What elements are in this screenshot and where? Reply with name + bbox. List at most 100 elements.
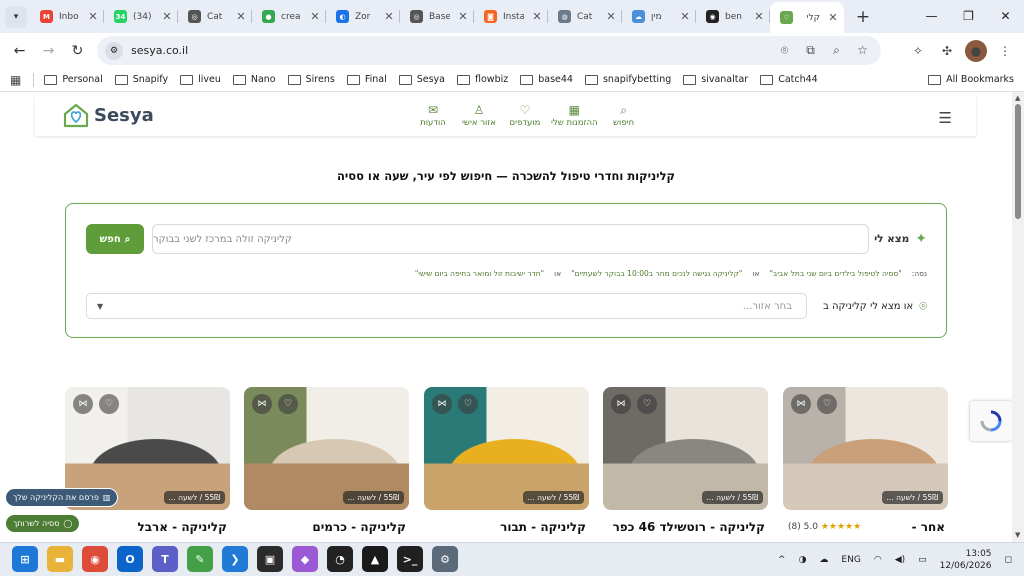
- vscode-icon[interactable]: ❯: [222, 546, 248, 572]
- start-button[interactable]: ⊞: [12, 546, 38, 572]
- reload-button[interactable]: ↻: [63, 43, 92, 59]
- bookmark-folder[interactable]: Final: [346, 74, 387, 85]
- back-button[interactable]: ←: [5, 43, 34, 59]
- share-icon[interactable]: ⋈: [73, 394, 93, 414]
- clinic-photo[interactable]: ⋈ ♡ 55₪ / לשעה ...: [603, 387, 768, 510]
- browser-tab[interactable]: ◐ Zor ✕: [326, 0, 400, 33]
- favorite-heart-icon[interactable]: ♡: [637, 394, 657, 414]
- forward-button[interactable]: →: [34, 43, 63, 59]
- bookmark-folder[interactable]: Snapify: [114, 74, 168, 85]
- close-tab-icon[interactable]: ✕: [678, 10, 692, 23]
- nav-heart[interactable]: ♡ מועדפים: [502, 102, 548, 128]
- wifi-icon[interactable]: ◠: [874, 555, 882, 565]
- share-icon[interactable]: ⋈: [611, 394, 631, 414]
- close-window-button[interactable]: ✕: [987, 0, 1024, 32]
- clinic-title[interactable]: קליניקה - רוטשילד 46 כפר: [613, 520, 765, 534]
- nav-mail[interactable]: ✉ הודעות: [410, 102, 456, 128]
- browser-tab[interactable]: ◉ ben ✕: [696, 0, 770, 33]
- file-explorer-icon[interactable]: ▬: [47, 546, 73, 572]
- cursor-icon[interactable]: ▲: [362, 546, 388, 572]
- bookmark-folder[interactable]: Catch44: [760, 74, 818, 85]
- address-bar[interactable]: ⚙ sesya.co.il ⌾ ⧉ ⌕ ☆: [97, 36, 881, 65]
- minimize-button[interactable]: —: [913, 0, 950, 32]
- share-icon[interactable]: ⋈: [791, 394, 811, 414]
- close-tab-icon[interactable]: ✕: [160, 10, 174, 23]
- clock[interactable]: 13:05 12/06/2026: [940, 548, 992, 572]
- browser-tab[interactable]: ◎ Base ✕: [400, 0, 474, 33]
- browser-tab[interactable]: ☁ מין ✕: [622, 0, 696, 33]
- tab-search-button[interactable]: ▾: [5, 5, 27, 28]
- notepad-icon[interactable]: ✎: [187, 546, 213, 572]
- scroll-up-arrow-icon[interactable]: ▲: [1015, 94, 1020, 102]
- scroll-thumb[interactable]: [1015, 104, 1021, 219]
- close-tab-icon[interactable]: ✕: [752, 10, 766, 23]
- browser-tab[interactable]: M Inbo ✕: [30, 0, 104, 33]
- terminal-icon[interactable]: >_: [397, 546, 423, 572]
- outlook-icon[interactable]: O: [117, 546, 143, 572]
- browser-tab[interactable]: ◍ Cat ✕: [548, 0, 622, 33]
- bookmark-star-icon[interactable]: ☆: [852, 43, 873, 58]
- tray-chevron-icon[interactable]: ^: [778, 555, 786, 565]
- example-link-2[interactable]: "קליניקה נגישה לנכים מחר ב10:00 בבוקר לש…: [571, 269, 742, 278]
- clinic-card[interactable]: ⋈ ♡ 55₪ / לשעה ... קליניקה - רוטשילד 46 כפר: [603, 387, 768, 542]
- search-button[interactable]: חפש ⌕: [86, 224, 144, 254]
- nav-user[interactable]: ♙ אזור אישי: [456, 102, 502, 128]
- language-indicator[interactable]: ENG: [841, 555, 860, 565]
- nav-search[interactable]: ⌕ חיפוש: [601, 102, 647, 128]
- install-app-icon[interactable]: ⧉: [800, 43, 821, 58]
- close-tab-icon[interactable]: ✕: [456, 10, 470, 23]
- tray-app-icon[interactable]: ◑: [799, 555, 807, 565]
- favorite-heart-icon[interactable]: ♡: [99, 394, 119, 414]
- volume-icon[interactable]: ◀): [895, 555, 905, 565]
- bookmark-folder[interactable]: flowbiz: [457, 74, 508, 85]
- share-icon[interactable]: ⋈: [252, 394, 272, 414]
- browser-tab[interactable]: ♡ קלי ✕: [770, 2, 844, 33]
- clinic-photo[interactable]: ⋈ ♡ 55₪ / לשעה ...: [783, 387, 948, 510]
- clinic-title[interactable]: קליניקה - ארבל: [137, 520, 227, 534]
- zoom-icon[interactable]: ⌕: [826, 43, 847, 58]
- site-info-icon[interactable]: ⚙: [105, 41, 123, 60]
- tray-cloud-icon[interactable]: ☁: [819, 555, 828, 565]
- browser-menu-icon[interactable]: ⋮: [994, 40, 1016, 62]
- restore-button[interactable]: ❐: [950, 0, 987, 32]
- close-tab-icon[interactable]: ✕: [234, 10, 248, 23]
- bookmark-folder[interactable]: sivanaltar: [683, 74, 748, 85]
- claude-code-icon[interactable]: ▣: [257, 546, 283, 572]
- clinic-card[interactable]: ⋈ ♡ 55₪ / לשעה ... קליניקה - ארבל: [65, 387, 230, 542]
- hamburger-menu-icon[interactable]: ☰: [939, 109, 952, 127]
- scroll-down-arrow-icon[interactable]: ▼: [1015, 531, 1020, 539]
- close-tab-icon[interactable]: ✕: [86, 10, 100, 23]
- chrome-icon[interactable]: ◉: [82, 546, 108, 572]
- bookmark-folder[interactable]: liveu: [180, 74, 221, 85]
- clinic-title[interactable]: קליניקה - כרמים: [312, 520, 406, 534]
- recaptcha-badge[interactable]: [970, 401, 1012, 441]
- close-tab-icon[interactable]: ✕: [826, 11, 840, 24]
- new-tab-button[interactable]: +: [850, 7, 876, 27]
- example-link-3[interactable]: "חדר ישיבות זול ומואר בחיפה ביום שישי": [415, 269, 544, 278]
- browser-tab[interactable]: ● crea ✕: [252, 0, 326, 33]
- settings-icon[interactable]: ⚙: [432, 546, 458, 572]
- url-text[interactable]: sesya.co.il: [131, 44, 774, 57]
- bookmark-folder[interactable]: Sirens: [287, 74, 335, 85]
- page-scrollbar[interactable]: ▲ ▼: [1012, 92, 1024, 542]
- bookmark-folder[interactable]: Nano: [232, 74, 276, 85]
- publish-clinic-button[interactable]: ▥ פרסם את הקליניקה שלך: [5, 488, 119, 507]
- clinic-card[interactable]: ⋈ ♡ 55₪ / לשעה ... קליניקה - כרמים: [244, 387, 409, 542]
- browser-tab[interactable]: ◎ Cat ✕: [178, 0, 252, 33]
- nav-calendar[interactable]: ▦ ההזמנות שלי: [548, 102, 601, 128]
- close-tab-icon[interactable]: ✕: [604, 10, 618, 23]
- location-icon[interactable]: ⌾: [774, 43, 795, 58]
- region-select[interactable]: בחר אזור... ▼: [86, 293, 807, 319]
- close-tab-icon[interactable]: ✕: [382, 10, 396, 23]
- clinic-photo[interactable]: ⋈ ♡ 55₪ / לשעה ...: [424, 387, 589, 510]
- clinic-card[interactable]: ⋈ ♡ 55₪ / לשעה ... קליניקה - תבור: [424, 387, 589, 542]
- favorite-heart-icon[interactable]: ♡: [817, 394, 837, 414]
- site-logo[interactable]: Sesya: [62, 102, 154, 128]
- close-tab-icon[interactable]: ✕: [530, 10, 544, 23]
- favorite-heart-icon[interactable]: ♡: [458, 394, 478, 414]
- figma-icon[interactable]: ◆: [292, 546, 318, 572]
- share-icon[interactable]: ⋈: [432, 394, 452, 414]
- all-bookmarks-folder[interactable]: All Bookmarks: [928, 74, 1014, 85]
- teams-icon[interactable]: T: [152, 546, 178, 572]
- browser-tab[interactable]: 34 (34) ✕: [104, 0, 178, 33]
